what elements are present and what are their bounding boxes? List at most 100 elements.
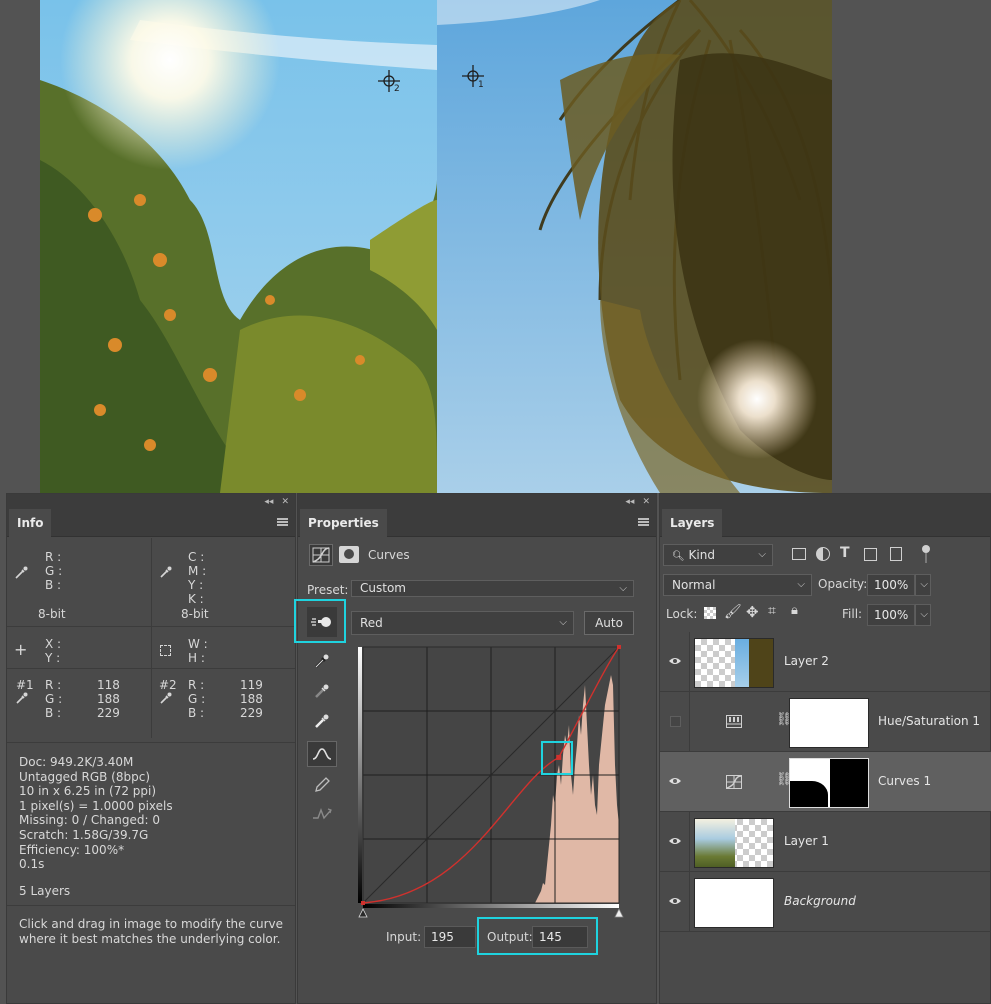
curves-adjustment-icon	[726, 775, 742, 789]
sampler-1-b: 229	[97, 706, 120, 720]
sampler-1-r: 118	[97, 678, 120, 692]
chevron-down-icon: ⌵	[559, 617, 567, 628]
auto-button[interactable]: Auto	[584, 611, 634, 635]
draw-curve-pencil[interactable]	[308, 772, 336, 798]
sampler-2-label-g: G :	[188, 692, 206, 706]
edit-points-tool[interactable]	[307, 741, 337, 767]
layer-name: Layer 2	[784, 654, 829, 668]
eyedropper-icon[interactable]	[15, 565, 29, 579]
document-info: Doc: 949.2K/3.40M Untagged RGB (8bpc) 10…	[19, 755, 173, 872]
eyedropper-icon	[160, 692, 172, 704]
auto-label: Auto	[595, 616, 623, 630]
layer-row-curves-1[interactable]: ⛓︎ Curves 1	[660, 752, 991, 812]
sampler-2-r: 119	[240, 678, 263, 692]
filter-toggle-icon[interactable]	[922, 545, 930, 553]
eye-icon[interactable]	[668, 654, 682, 668]
input-field[interactable]: 195	[424, 926, 476, 948]
sample-white-point-eyedropper[interactable]	[308, 708, 336, 734]
photoshop-workspace: 2 1 ◂◂ ✕ Info R : G : B : 8-bit C: M: …	[0, 0, 991, 1004]
opacity-field[interactable]: 100%	[867, 574, 915, 596]
chevron-down-icon: ⌵	[758, 549, 766, 560]
curves-adjustment-icon[interactable]	[309, 544, 333, 566]
tab-layers[interactable]: Layers	[662, 509, 723, 537]
fill-field[interactable]: 100%	[867, 604, 915, 626]
layer-thumbnail	[694, 818, 774, 868]
doc-info-line: Untagged RGB (8bpc)	[19, 769, 151, 784]
info-panel-titlebar[interactable]: ◂◂ ✕	[7, 494, 295, 509]
channel-dropdown[interactable]: Red ⌵	[351, 611, 574, 635]
sampler-1-g: 188	[97, 692, 120, 706]
bit-depth-right: 8-bit	[181, 607, 209, 621]
endpoint-black	[361, 901, 365, 905]
layer-mask-icon[interactable]	[339, 546, 359, 563]
eye-icon[interactable]	[668, 834, 682, 848]
preset-dropdown[interactable]: Custom ⌵	[351, 580, 634, 597]
layers-panel-titlebar[interactable]	[660, 494, 990, 509]
fill-dropdown[interactable]: ⌵	[915, 604, 931, 626]
layer-row-hue-saturation-1[interactable]: ⛓︎ Hue/Saturation 1	[660, 692, 991, 752]
filter-pixel-icon[interactable]	[792, 548, 806, 560]
lock-paint-icon[interactable]: 🖌︎	[724, 604, 742, 620]
filter-type-icon[interactable]: T	[840, 545, 850, 561]
eyedropper-black-icon	[315, 654, 329, 668]
visibility-toggle-off[interactable]	[670, 716, 681, 727]
layer-name: Layer 1	[784, 834, 829, 848]
document-canvas[interactable]: 2 1	[40, 0, 832, 493]
properties-panel-titlebar[interactable]: ◂◂ ✕	[298, 494, 656, 509]
tab-properties[interactable]: Properties	[300, 509, 387, 537]
close-icon[interactable]: ✕	[281, 497, 289, 507]
curves-graph[interactable]	[355, 645, 627, 921]
info-hint: Click and drag in image to modify the cu…	[19, 917, 283, 946]
layer-row-layer-1[interactable]: Layer 1	[660, 812, 991, 872]
lock-all-icon[interactable]: 🔒︎	[791, 603, 798, 618]
photo-image[interactable]: 2 1	[40, 0, 832, 493]
blend-mode-dropdown[interactable]: Normal ⌵	[663, 574, 812, 596]
close-icon[interactable]: ✕	[642, 497, 650, 507]
filter-adjustment-icon[interactable]	[816, 547, 830, 561]
collapse-icon[interactable]: ◂◂	[264, 497, 273, 507]
bit-depth-left: 8-bit	[38, 607, 66, 621]
sampler-2-label-r: R :	[188, 678, 205, 692]
layer-row-background[interactable]: Background	[660, 872, 991, 932]
highlight-box	[541, 741, 573, 775]
panel-menu-icon[interactable]	[638, 518, 649, 526]
sampler-1-label-r: R :	[45, 678, 62, 692]
sample-gray-point-eyedropper[interactable]	[308, 678, 336, 704]
properties-panel: ◂◂ ✕ Properties Curves Preset: Custom ⌵	[294, 493, 657, 1004]
filter-smartobject-icon[interactable]	[890, 547, 902, 561]
filter-shape-icon[interactable]	[864, 548, 877, 561]
layer-name: Hue/Saturation 1	[878, 714, 981, 728]
eyedropper-icon[interactable]	[159, 565, 173, 579]
lock-transparent-icon[interactable]	[704, 607, 716, 619]
layer-thumbnail	[694, 878, 774, 928]
eyedropper-icon	[16, 692, 28, 704]
layer-mask-thumbnail	[789, 698, 869, 748]
black-point-slider	[358, 908, 368, 918]
crosshair-icon: +	[14, 640, 28, 659]
panel-menu-icon[interactable]	[277, 518, 288, 526]
white-point-slider	[614, 908, 624, 918]
endpoint-white	[617, 645, 621, 649]
preset-value: Custom	[360, 581, 406, 595]
lock-move-icon[interactable]: ✥	[746, 603, 759, 621]
layers-panel: Layers 🔍︎ Kind ⌵ T Normal ⌵ Opacity: 100…	[659, 493, 991, 1004]
input-label: Input:	[386, 930, 422, 944]
layer-name: Curves 1	[878, 774, 932, 788]
sample-black-point-eyedropper[interactable]	[308, 648, 336, 674]
smooth-curve-button[interactable]	[308, 801, 336, 827]
lock-artboard-icon[interactable]: ⌗	[768, 603, 776, 619]
blend-mode-value: Normal	[672, 578, 716, 592]
selection-size-icon	[160, 645, 171, 656]
collapse-icon[interactable]: ◂◂	[625, 497, 634, 507]
preset-label: Preset:	[307, 583, 349, 597]
channel-value: Red	[360, 616, 383, 630]
eyedropper-white-icon	[315, 714, 329, 728]
adjustment-title: Curves	[368, 548, 410, 562]
tab-info[interactable]: Info	[9, 509, 52, 537]
layer-row-layer-2[interactable]: Layer 2	[660, 632, 991, 692]
opacity-dropdown[interactable]: ⌵	[915, 574, 931, 596]
layer-filter-dropdown[interactable]: 🔍︎ Kind ⌵	[663, 544, 773, 566]
curve-tool-icon	[312, 748, 332, 760]
eye-icon[interactable]	[668, 894, 682, 908]
eye-icon[interactable]	[668, 774, 682, 788]
